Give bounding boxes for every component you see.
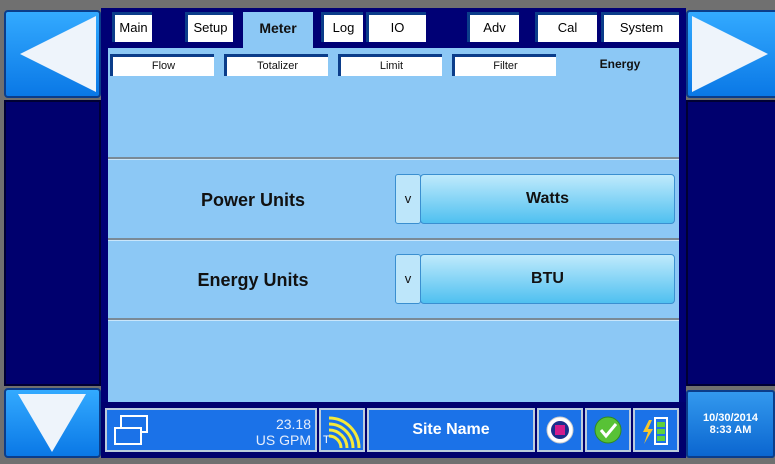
tab-system[interactable]: System [601, 12, 679, 42]
tab-log[interactable]: Log [321, 12, 363, 42]
time-label: 8:33 AM [709, 424, 752, 436]
status-ok-button[interactable] [585, 408, 631, 452]
status-bar: 23.18 US GPM T Site Name [101, 402, 686, 458]
subtab-energy[interactable]: Energy [568, 53, 672, 75]
tab-io[interactable]: IO [366, 12, 426, 42]
main-panel: Main Setup Meter Log IO Adv Cal System F… [101, 8, 686, 402]
arrow-down-icon [18, 394, 86, 452]
power-status-button[interactable] [633, 408, 679, 452]
subtab-limit[interactable]: Limit [338, 54, 442, 76]
windows-icon [114, 415, 148, 445]
energy-settings-panel: Power Units v Watts Energy Units v BTU [108, 80, 679, 402]
site-name[interactable]: Site Name [367, 408, 535, 452]
date-label: 10/30/2014 [702, 412, 759, 424]
nav-back-button[interactable] [4, 10, 101, 98]
divider [108, 157, 679, 160]
energy-units-label: Energy Units [197, 270, 309, 290]
flow-rate-display[interactable]: 23.18 US GPM [105, 408, 317, 452]
stop-button[interactable] [537, 408, 583, 452]
tab-main[interactable]: Main [112, 12, 152, 42]
nav-forward-button[interactable] [686, 10, 775, 98]
tab-setup[interactable]: Setup [185, 12, 233, 42]
power-units-label: Power Units [200, 190, 306, 210]
subtab-bar: Flow Totalizer Limit Filter Energy [108, 48, 679, 80]
arrow-left-icon [20, 16, 96, 92]
signal-label: T [323, 434, 330, 446]
subtab-totalizer[interactable]: Totalizer [224, 54, 328, 76]
power-units-select[interactable]: Watts [420, 174, 675, 224]
battery-icon [643, 417, 668, 445]
right-side-panel [686, 100, 775, 386]
datetime-display[interactable]: 10/30/2014 8:33 AM [686, 390, 775, 458]
divider [108, 318, 679, 321]
subtab-filter[interactable]: Filter [452, 54, 556, 76]
signal-strength-indicator[interactable]: T [319, 408, 365, 452]
nav-down-button[interactable] [4, 388, 101, 458]
energy-units-select[interactable]: BTU [420, 254, 675, 304]
flow-rate-unit: US GPM [255, 432, 311, 448]
arrow-right-icon [692, 16, 768, 92]
flow-rate-value: 23.18 [275, 416, 311, 432]
checkmark-icon [594, 416, 622, 444]
tab-adv[interactable]: Adv [467, 12, 519, 42]
energy-units-dropdown-arrow[interactable]: v [395, 254, 421, 304]
left-side-panel [4, 100, 101, 386]
power-units-dropdown-arrow[interactable]: v [395, 174, 421, 224]
tab-cal[interactable]: Cal [535, 12, 597, 42]
stop-icon [546, 416, 574, 444]
tab-meter[interactable]: Meter [243, 12, 313, 48]
subtab-flow[interactable]: Flow [110, 54, 214, 76]
screen-frame: Main Setup Meter Log IO Adv Cal System F… [0, 0, 775, 464]
divider [108, 238, 679, 241]
